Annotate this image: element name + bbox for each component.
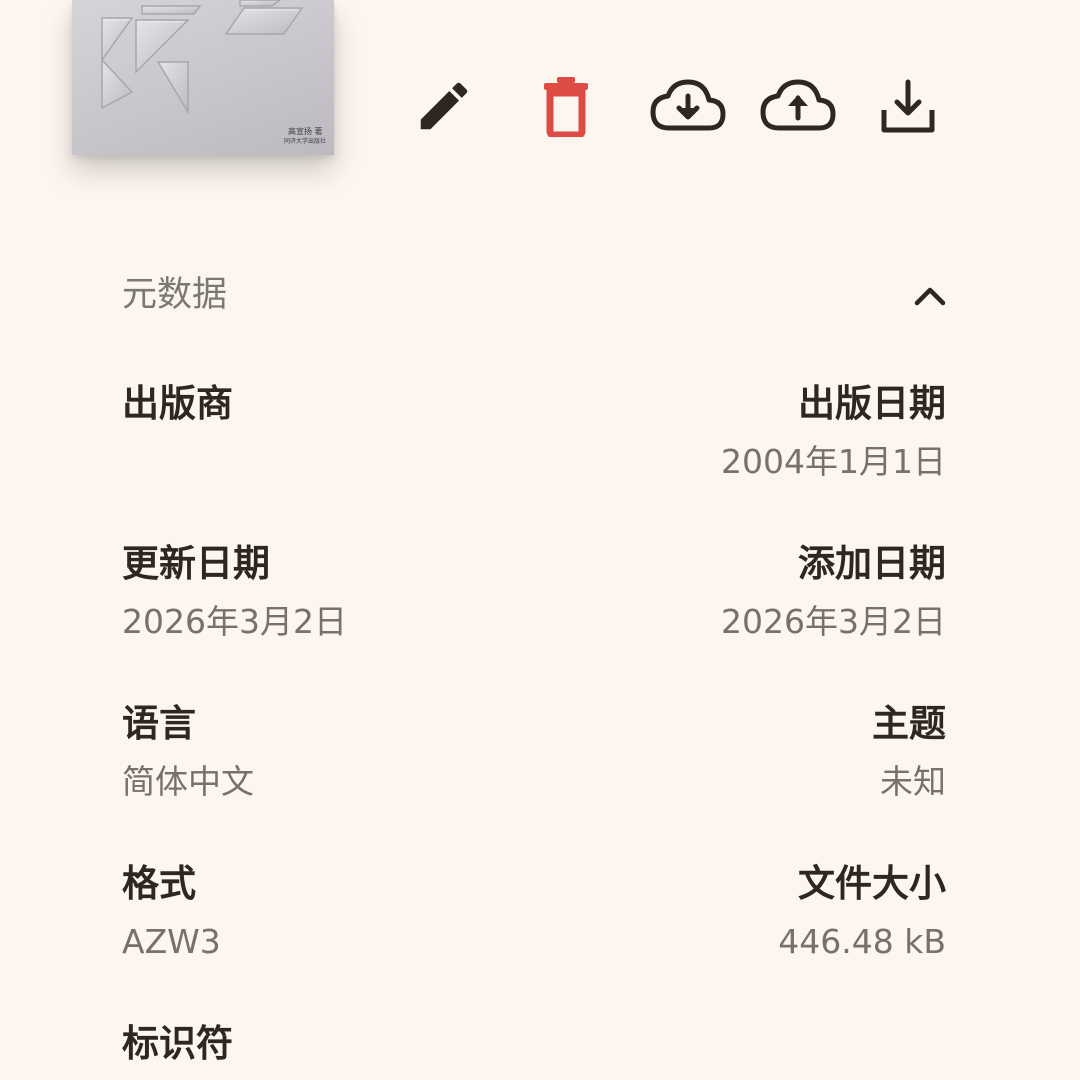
field-subject: 主题 未知: [516, 702, 946, 802]
field-publisher: 出版商: [122, 382, 552, 442]
field-value: 446.48 kB: [778, 922, 946, 961]
field-value: 2026年3月2日: [122, 602, 347, 641]
book-detail-page: 高宣扬 著 同济大学出版社 元数据 出版商 出版日期 2004年1月1日 更新日…: [0, 0, 1080, 1080]
field-label: 格式: [122, 862, 196, 905]
field-publish-date: 出版日期 2004年1月1日: [516, 382, 946, 482]
cloud-download-icon: [650, 79, 726, 131]
download-icon: [881, 79, 935, 133]
field-label: 语言: [122, 702, 196, 745]
field-language: 语言 简体中文: [122, 702, 552, 802]
field-label: 标识符: [122, 1022, 233, 1065]
field-value: 2026年3月2日: [721, 602, 946, 641]
field-label: 主题: [872, 702, 946, 745]
field-label: 出版商: [122, 382, 233, 425]
cloud-download-button[interactable]: [648, 70, 728, 142]
field-file-size: 文件大小 446.48 kB: [516, 862, 946, 962]
chevron-up-icon: [914, 287, 946, 306]
field-format: 格式 AZW3: [122, 862, 552, 962]
download-button[interactable]: [872, 70, 944, 142]
field-identifier: 标识符: [122, 1022, 552, 1080]
field-value: 简体中文: [122, 762, 254, 801]
book-cover[interactable]: 高宣扬 著 同济大学出版社: [72, 0, 334, 155]
cloud-upload-button[interactable]: [758, 70, 838, 142]
collapse-metadata-button[interactable]: [906, 274, 954, 318]
cover-publisher-text: 同济大学出版社: [284, 138, 327, 145]
field-label: 出版日期: [798, 382, 946, 425]
edit-button[interactable]: [408, 70, 480, 142]
field-value: 未知: [880, 762, 946, 801]
trash-icon: [544, 77, 588, 137]
cloud-upload-icon: [760, 79, 836, 131]
field-label: 更新日期: [122, 542, 270, 585]
field-label: 添加日期: [798, 542, 946, 585]
field-value: AZW3: [122, 922, 221, 961]
cover-author-text: 高宣扬 著: [288, 127, 323, 136]
pencil-icon: [420, 82, 468, 130]
metadata-section-title: 元数据: [122, 275, 228, 315]
field-value: 2004年1月1日: [721, 442, 946, 481]
field-updated-date: 更新日期 2026年3月2日: [122, 542, 552, 642]
field-added-date: 添加日期 2026年3月2日: [516, 542, 946, 642]
field-label: 文件大小: [798, 862, 946, 905]
delete-button[interactable]: [530, 70, 602, 142]
